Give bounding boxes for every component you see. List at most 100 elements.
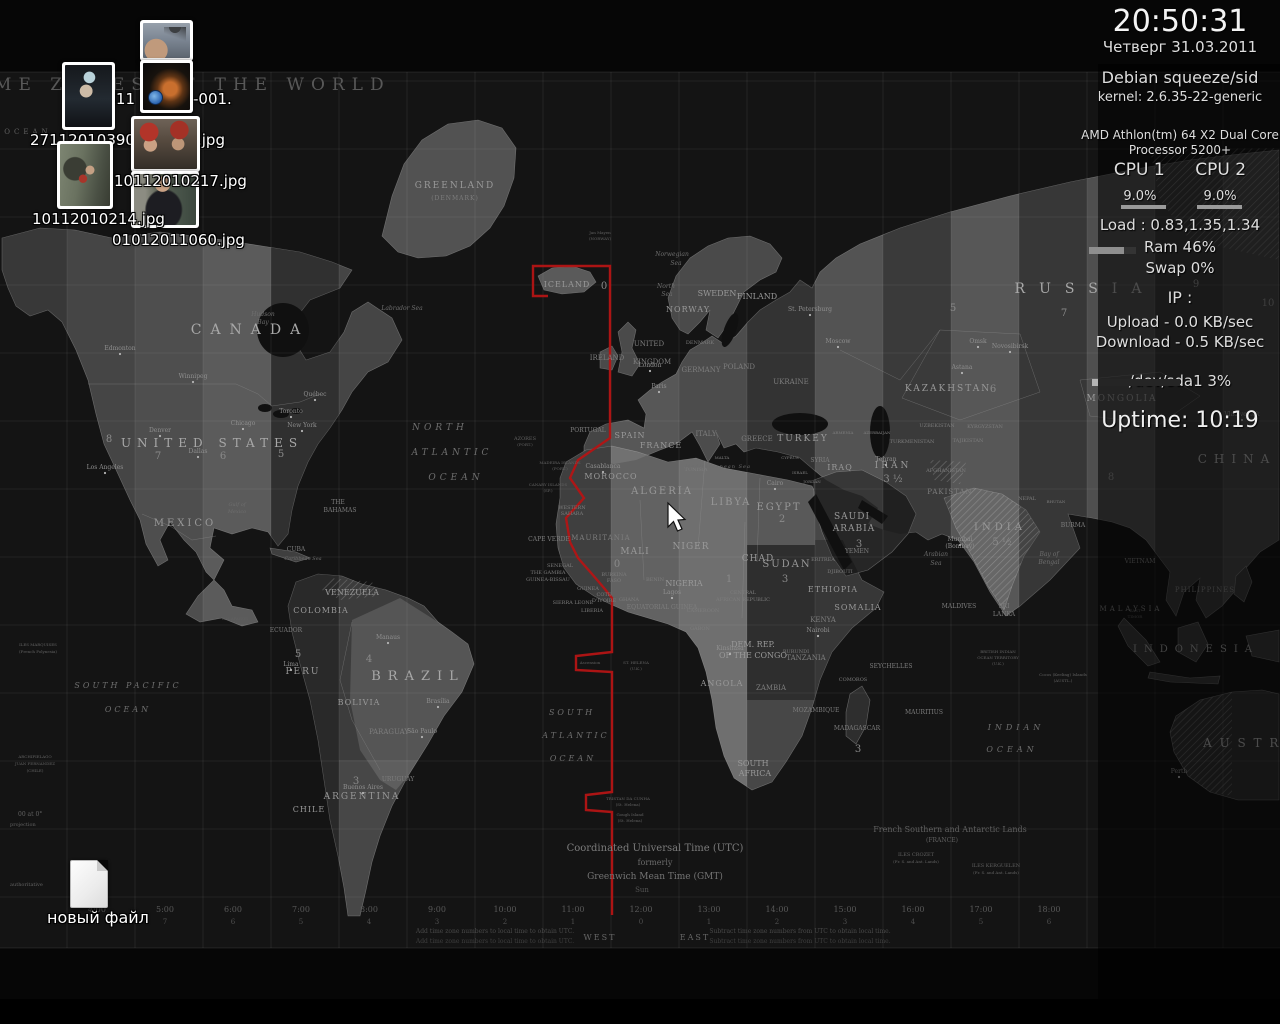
city-dot (774, 488, 776, 490)
map-label: SENEGAL (547, 563, 574, 569)
city-dot (119, 353, 121, 355)
map-label: UKRAINE (773, 378, 808, 386)
conky-ip-label: IP : (1080, 288, 1280, 307)
map-label: IRAQ (827, 463, 853, 472)
map-label: FASO (607, 578, 621, 584)
map-label: MEXICO (154, 518, 216, 529)
map-label: (Bombay) (945, 543, 974, 550)
map-label: PAKISTAN (927, 488, 972, 496)
map-label: (PORT.) (517, 442, 533, 447)
map-label: Casablanca (586, 463, 621, 470)
map-label: OCEAN (986, 745, 1037, 754)
map-label: POLAND (723, 363, 755, 371)
map-label: CAMEROON (687, 608, 720, 614)
file-label-fragment[interactable]: .jpg (197, 131, 225, 149)
map-label: 4 (366, 654, 372, 665)
map-label: ICELAND (544, 280, 591, 289)
conky-download: Download - 0.5 KB/sec (1080, 333, 1280, 351)
map-label: 8 (106, 434, 112, 445)
disk-bar-track (1092, 379, 1180, 386)
map-label: (St. Helena) (616, 802, 641, 807)
map-label: SYRIA (810, 457, 830, 464)
map-label: DJIBOUTI (827, 569, 852, 575)
map-label: 10:00 (493, 905, 516, 914)
map-label: INDIAN (987, 723, 1045, 732)
city-dot (649, 370, 651, 372)
map-label: Lima (283, 661, 299, 668)
desktop: TIME ZONES OF THE WORLD CANADAUNITED STA… (0, 0, 1280, 999)
map-label: Gough Island (616, 812, 643, 817)
map-label: UNITED STATES (121, 436, 303, 450)
map-label: 1 (707, 918, 711, 926)
conky-system-monitor: 20:50:31 Четверг 31.03.2011 Debian squee… (1080, 0, 1280, 999)
map-label: authoritative (10, 882, 43, 888)
map-label: (NORWAY) (589, 236, 612, 241)
photo-icon[interactable] (131, 116, 200, 172)
map-label: formerly (638, 858, 673, 867)
map-label: SRI (999, 603, 1011, 610)
map-label: MADEIRA ISLANDS (539, 460, 580, 465)
media-badge-icon (148, 90, 163, 105)
map-label: OCEAN TERRITORY (977, 655, 1019, 660)
map-label: GHANA (619, 597, 639, 603)
new-file-icon[interactable] (70, 860, 108, 908)
city-dot (192, 381, 194, 383)
map-label: NIGERIA (665, 579, 703, 588)
map-label: TANZANIA (786, 654, 826, 662)
map-label: ATLANTIC (541, 731, 609, 740)
map-label: Kinshasa (716, 645, 744, 652)
map-label: THE (331, 499, 345, 506)
map-label: MALI (620, 547, 649, 557)
map-label: GALAPAGOS (222, 616, 248, 621)
map-label: Cairo (767, 480, 784, 487)
new-file-label[interactable]: новый файл (47, 908, 149, 927)
cpu1-bar (1121, 205, 1166, 209)
map-label: NEPAL (1018, 496, 1037, 502)
map-label: 7 (1061, 308, 1067, 319)
photo-icon[interactable] (62, 62, 115, 130)
map-label: ISRAEL (792, 470, 808, 475)
map-label: Tehran (875, 456, 896, 463)
map-label: Mumbai (947, 536, 972, 543)
map-label: AFGHANISTAN (925, 468, 966, 474)
map-label: ANGOLA (700, 679, 744, 688)
map-label: 6 (990, 384, 996, 395)
map-label: 17:00 (969, 905, 992, 914)
map-label: SIERRA LEONE (553, 600, 594, 606)
map-label: EAST (680, 933, 710, 942)
map-label: UNITED (634, 340, 665, 348)
map-label: ILES MARQUISES (19, 642, 57, 647)
map-label: 2 (779, 514, 785, 525)
map-label: Omsk (969, 338, 987, 345)
photo-icon[interactable] (140, 60, 193, 113)
map-label: Greenwich Mean Time (GMT) (587, 871, 723, 882)
map-label: NIGER (673, 542, 710, 552)
city-dot (104, 472, 106, 474)
map-label: JUAN FERNANDEZ (14, 761, 55, 766)
map-label: Arabian (923, 551, 948, 558)
map-label: 2 (775, 918, 779, 926)
map-label: Buenos Aires (343, 784, 383, 791)
map-label: 0 (601, 281, 607, 292)
file-label[interactable]: 10112010214.jpg (32, 210, 165, 228)
map-label: (French Polynesia) (19, 649, 57, 654)
conky-date: Четверг 31.03.2011 (1080, 38, 1280, 56)
map-label: Denver (149, 427, 171, 434)
photo-icon[interactable] (57, 141, 113, 209)
map-label: KAZAKHSTAN (905, 384, 991, 394)
cpu2-bar (1197, 205, 1242, 209)
map-label: (PORT.) (552, 466, 568, 471)
map-label: OCEAN (105, 705, 151, 714)
file-label[interactable]: 01012011060.jpg (112, 231, 245, 249)
map-label: São Paulo (407, 728, 437, 735)
map-label: SWEDEN (698, 289, 737, 298)
photo-icon[interactable] (140, 20, 193, 61)
city-dot (362, 792, 364, 794)
map-label: BHUTAN (1047, 499, 1066, 504)
file-label[interactable]: 10112010217.jpg (114, 172, 247, 190)
file-label-fragment[interactable]: -001. (193, 90, 232, 108)
map-label: 3 (782, 574, 788, 585)
map-label: North (656, 283, 675, 290)
map-label: COMOROS (839, 677, 868, 683)
city-dot (159, 435, 161, 437)
